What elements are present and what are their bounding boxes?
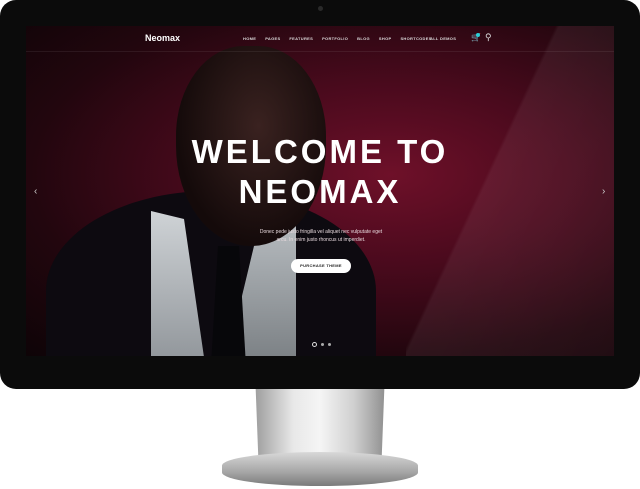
- slide-dot[interactable]: [328, 343, 331, 346]
- next-slide-icon[interactable]: ›: [602, 186, 605, 197]
- website-screen: Neomax HOME PAGES FEATURES PORTFOLIO BLO…: [26, 26, 614, 356]
- cart-badge: [476, 33, 480, 37]
- menu-portfolio[interactable]: PORTFOLIO: [322, 36, 348, 41]
- purchase-theme-button[interactable]: PURCHASE THEME: [291, 259, 351, 273]
- menu-blog[interactable]: BLOG: [357, 36, 370, 41]
- logo[interactable]: Neomax: [145, 33, 180, 43]
- monitor-stand-neck: [255, 389, 385, 459]
- monitor-bezel: Neomax HOME PAGES FEATURES PORTFOLIO BLO…: [0, 0, 640, 389]
- slide-dot[interactable]: [321, 343, 324, 346]
- camera: [318, 6, 323, 11]
- menu-home[interactable]: HOME: [243, 36, 256, 41]
- hero-title: WELCOME TO: [191, 133, 449, 170]
- monitor-stand-base: [222, 452, 418, 486]
- menu-all-demos[interactable]: ALL DEMOS: [430, 36, 456, 41]
- hero-title: NEOMAX: [238, 173, 402, 210]
- menu-shop[interactable]: SHOP: [379, 36, 392, 41]
- menu-pages[interactable]: PAGES: [265, 36, 280, 41]
- navbar: Neomax HOME PAGES FEATURES PORTFOLIO BLO…: [26, 26, 614, 52]
- search-icon[interactable]: ⚲: [485, 32, 492, 43]
- prev-slide-icon[interactable]: ‹: [34, 186, 37, 197]
- main-menu: HOME PAGES FEATURES PORTFOLIO BLOG SHOP …: [243, 36, 432, 41]
- hero-description: Donec pede justo fringilla vel aliquet n…: [259, 229, 383, 243]
- menu-features[interactable]: FEATURES: [289, 36, 313, 41]
- slide-dot[interactable]: [312, 342, 317, 347]
- menu-shortcodes[interactable]: SHORTCODES: [400, 36, 431, 41]
- slider-dots: [312, 342, 331, 347]
